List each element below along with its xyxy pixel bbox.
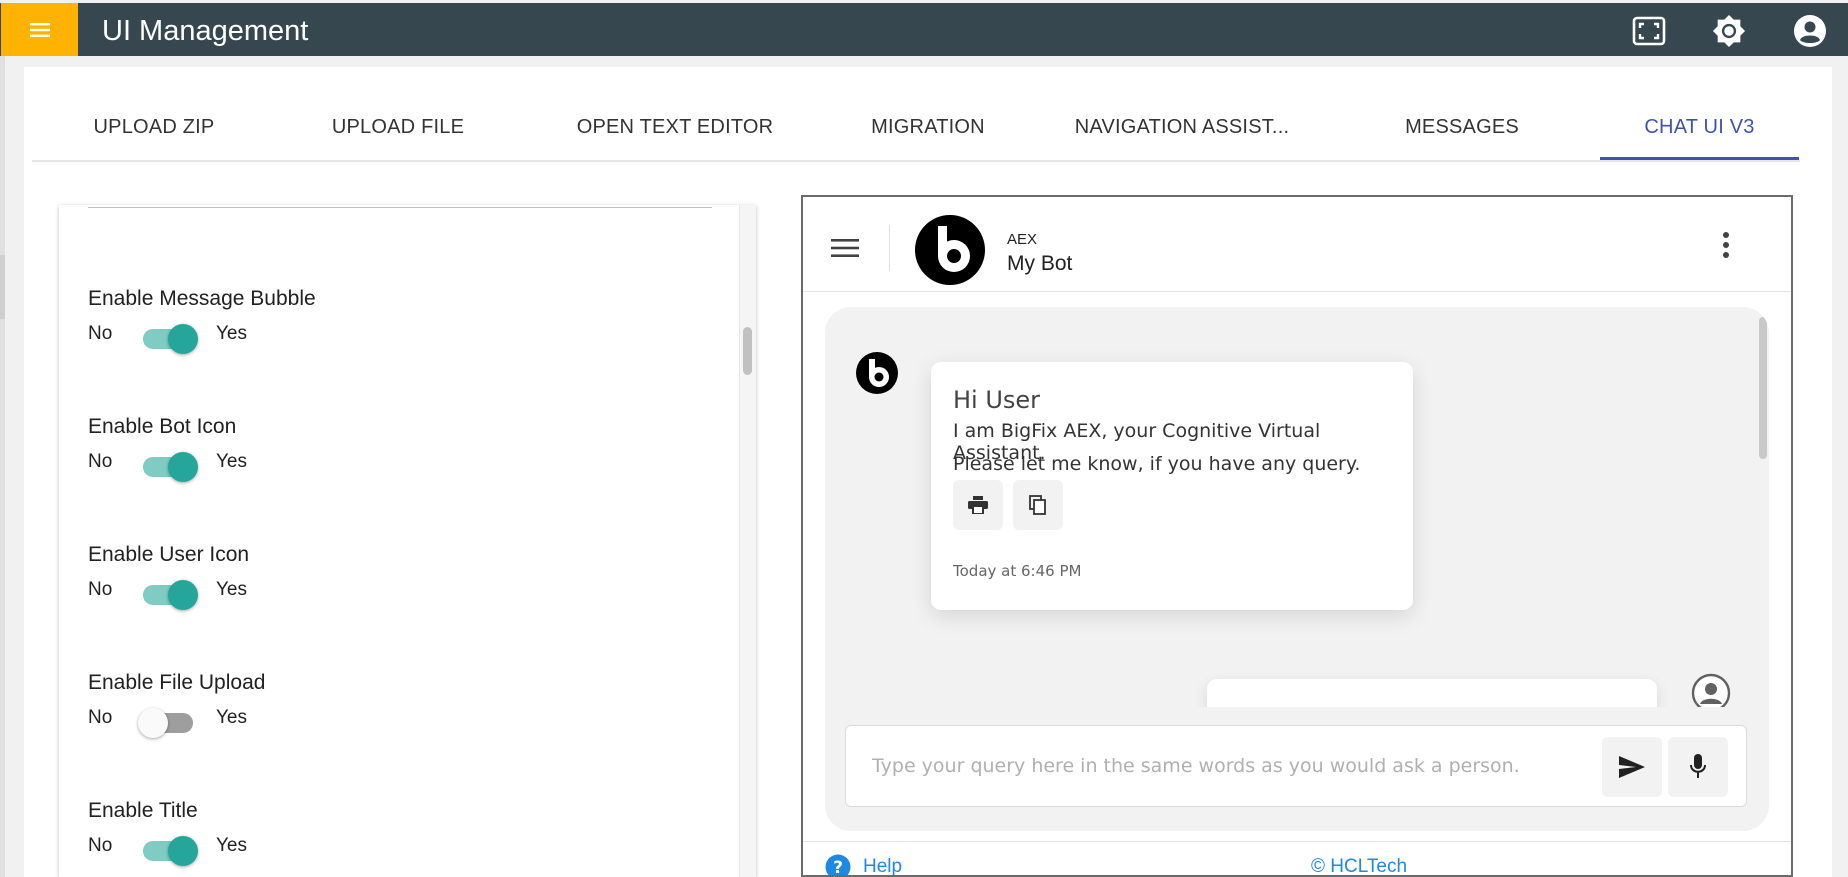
copy-button[interactable] [1013,480,1063,530]
setting-message-bubble: Enable Message Bubble No Yes [88,287,588,367]
setting-yes-label: Yes [216,835,247,856]
main-menu-button[interactable] [1,3,78,56]
settings-divider [88,207,712,208]
message-line-2: Please let me know, if you have any quer… [953,453,1361,475]
setting-no-label: No [88,451,113,472]
bot-logo-icon [915,215,985,285]
setting-no-label: No [88,579,113,600]
copyright-text: © HCLTech [1311,856,1408,877]
bot-subtitle: AEX [1007,231,1038,248]
fullscreen-icon [1632,16,1666,46]
setting-no-label: No [88,707,113,728]
setting-label: Enable File Upload [88,671,266,694]
bot-name: My Bot [1007,252,1073,275]
conversation-area: Hi User I am BigFix AEX, your Cognitive … [825,307,1769,831]
setting-yes-label: Yes [216,451,247,472]
brightness-icon [1712,14,1746,48]
message-greeting: Hi User [953,386,1041,414]
theme-button[interactable] [1712,14,1746,48]
copy-icon [1029,495,1046,515]
tab-bar: UPLOAD ZIP UPLOAD FILE OPEN TEXT EDITOR … [32,92,1800,162]
setting-label: Enable Bot Icon [88,415,237,438]
header-separator [889,225,890,271]
settings-scrollbar-thumb[interactable] [743,327,752,375]
chat-preview: AEX My Bot Hi User I am BigFix AEX, your… [801,195,1793,877]
account-circle-icon [1794,15,1826,47]
help-icon[interactable]: ? [825,854,851,877]
setting-file-upload: Enable File Upload No Yes [88,671,588,751]
chat-header: AEX My Bot [803,197,1791,292]
user-icon-toggle[interactable] [140,579,198,610]
fullscreen-button[interactable] [1632,14,1666,48]
composer [845,725,1747,807]
send-icon [1619,756,1645,778]
setting-yes-label: Yes [216,707,247,728]
active-tab-indicator [1600,157,1799,160]
microphone-icon [1690,754,1706,778]
setting-no-label: No [88,323,113,344]
send-button[interactable] [1602,737,1662,797]
app-title: UI Management [102,15,309,47]
setting-title: Enable Title No Yes [88,799,588,877]
setting-label: Enable Title [88,799,198,822]
account-button[interactable] [1793,14,1827,48]
message-bubble-toggle[interactable] [140,323,198,354]
menu-icon [29,22,50,37]
message-timestamp: Today at 6:46 PM [953,562,1082,580]
left-edge-strip [0,56,5,877]
left-edge-handle[interactable] [0,255,5,319]
more-vert-icon[interactable] [1721,231,1731,259]
title-toggle[interactable] [140,835,198,866]
bot-icon-toggle[interactable] [140,451,198,482]
bot-avatar-icon [856,352,898,394]
print-icon [968,496,988,514]
conversation-scrollbar-thumb[interactable] [1759,317,1767,459]
tab-chat-ui-v3[interactable]: CHAT UI V3 [1600,92,1799,162]
file-upload-toggle[interactable] [138,707,196,738]
setting-label: Enable Message Bubble [88,287,316,310]
tab-open-text-editor[interactable]: OPEN TEXT EDITOR [550,92,800,162]
setting-yes-label: Yes [216,323,247,344]
tab-migration[interactable]: MIGRATION [848,92,1008,162]
setting-no-label: No [88,835,113,856]
chat-footer: ? Help © HCLTech [803,841,1791,877]
settings-panel: Enable Message Bubble No Yes Enable Bot … [59,205,756,877]
setting-yes-label: Yes [216,579,247,600]
bot-message-bubble: Hi User I am BigFix AEX, your Cognitive … [931,362,1413,610]
chat-menu-icon[interactable] [831,237,859,259]
setting-label: Enable User Icon [88,543,250,566]
print-button[interactable] [953,480,1003,530]
microphone-button[interactable] [1668,737,1728,797]
tab-navigation-assist[interactable]: NAVIGATION ASSIST... [1062,92,1302,162]
setting-user-icon: Enable User Icon No Yes [88,543,588,623]
top-app-bar: UI Management [0,3,1848,56]
tab-upload-file[interactable]: UPLOAD FILE [300,92,496,162]
setting-bot-icon: Enable Bot Icon No Yes [88,415,588,495]
help-link[interactable]: Help [863,856,902,875]
svg-text:?: ? [833,858,843,877]
tab-upload-zip[interactable]: UPLOAD ZIP [62,92,246,162]
settings-scrollbar[interactable] [739,205,756,877]
query-input[interactable] [872,742,1582,790]
tab-messages[interactable]: MESSAGES [1382,92,1542,162]
